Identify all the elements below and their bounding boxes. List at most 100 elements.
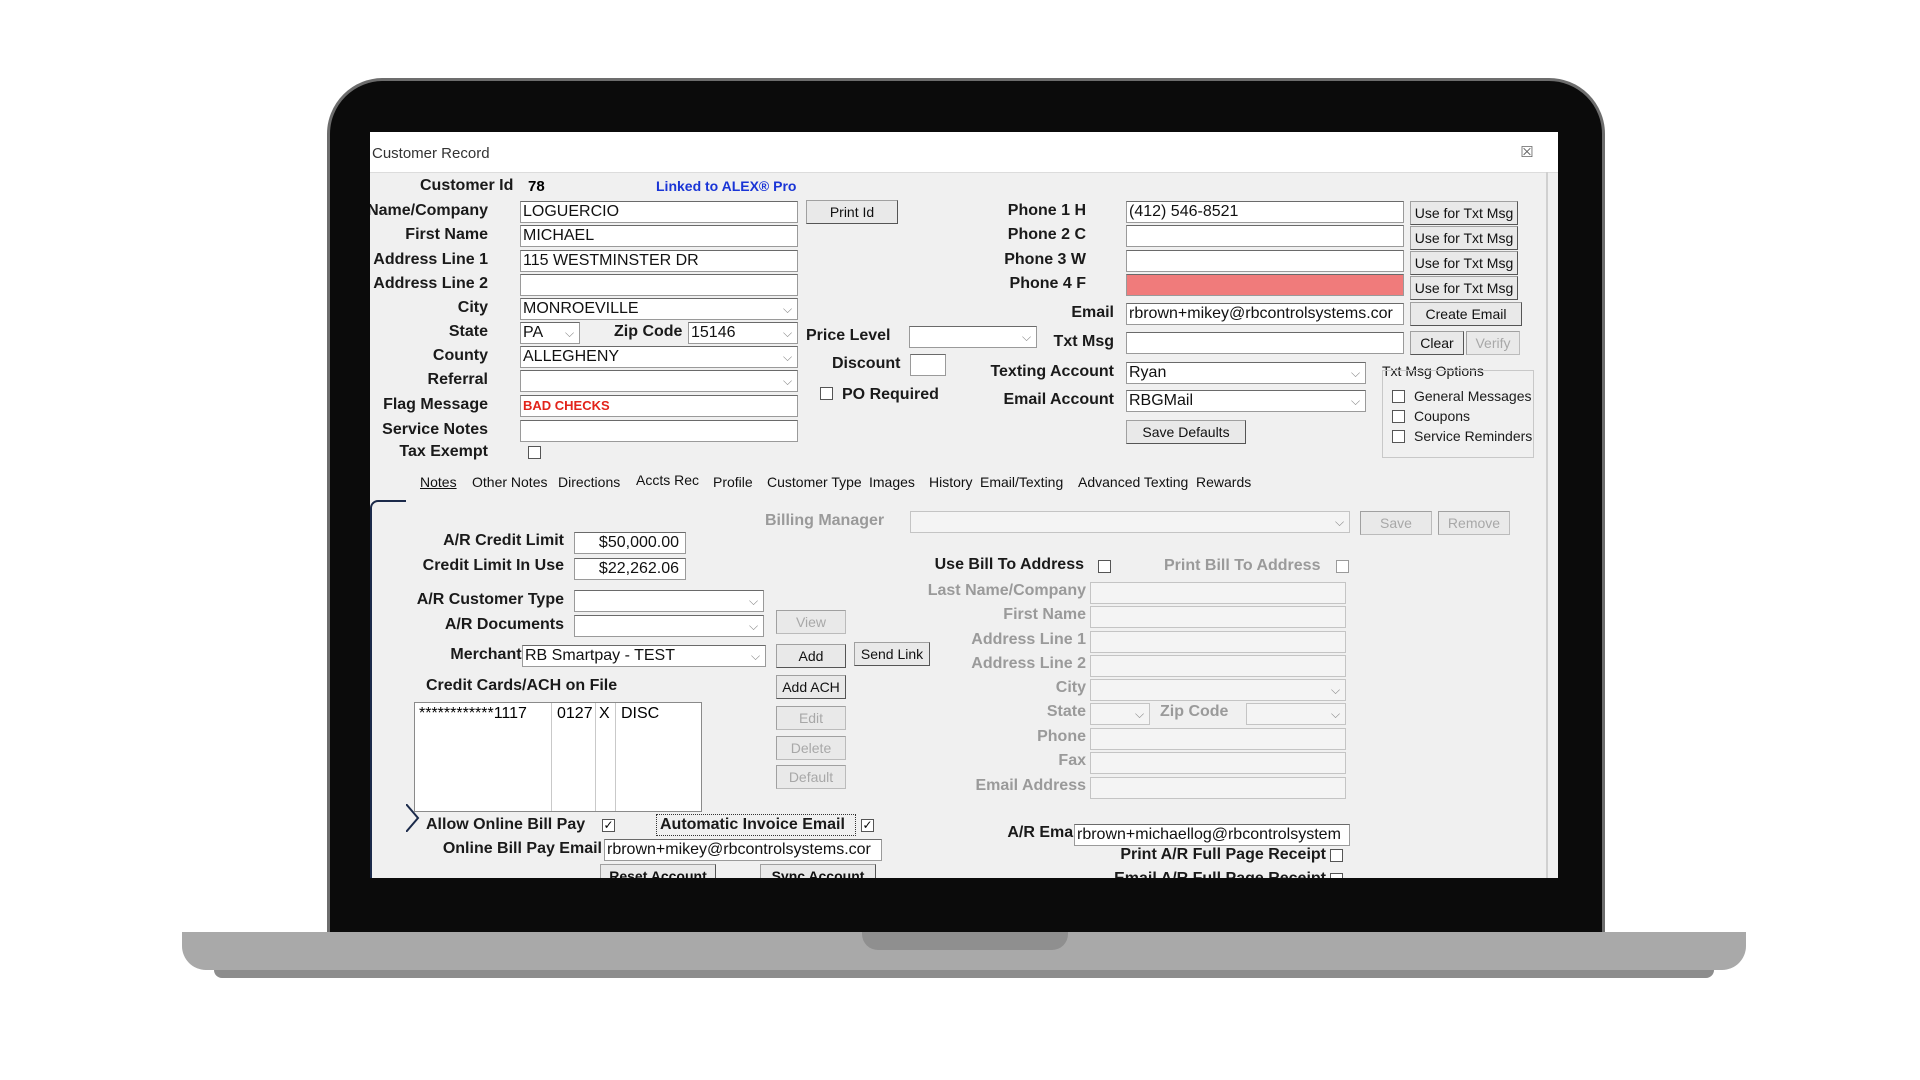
chevron-down-icon: ⌵ <box>745 592 762 610</box>
ar-credit-limit-label: A/R Credit Limit <box>443 532 564 549</box>
chevron-down-icon: ⌵ <box>779 324 796 342</box>
ar-documents-select[interactable]: ⌵ <box>574 615 764 637</box>
window-right-border <box>1546 172 1548 878</box>
sync-account-button[interactable]: Sync Account <box>760 864 876 878</box>
bill-to-address1-input[interactable] <box>1090 631 1346 653</box>
phone3-use-for-txt-button[interactable]: Use for Txt Msg <box>1410 251 1518 275</box>
tab-directions[interactable]: Directions <box>558 474 620 490</box>
panel-bracket <box>370 500 406 878</box>
txt-msg-input[interactable] <box>1126 332 1404 354</box>
bill-to-last-name-input[interactable] <box>1090 582 1346 604</box>
bill-to-fax-input[interactable] <box>1090 752 1346 774</box>
tab-accts-rec[interactable]: Accts Rec <box>636 472 699 488</box>
email-input[interactable]: rbrown+mikey@rbcontrolsystems.cor <box>1126 303 1404 325</box>
automatic-invoice-email-checkbox[interactable]: ✓ <box>861 819 874 832</box>
cards-on-file-list[interactable]: ************1117 0127 X DISC <box>414 702 702 812</box>
chevron-down-icon: ⌵ <box>779 372 796 390</box>
online-bill-pay-email-input[interactable]: rbrown+mikey@rbcontrolsystems.cor <box>604 839 882 861</box>
service-notes-input[interactable] <box>520 420 798 442</box>
add-ach-button[interactable]: Add ACH <box>776 675 846 699</box>
save-defaults-button[interactable]: Save Defaults <box>1126 420 1246 444</box>
phone1-use-for-txt-button[interactable]: Use for Txt Msg <box>1410 201 1518 225</box>
merchant-id-select[interactable]: RB Smartpay - TEST ⌵ <box>522 645 766 667</box>
delete-card-button[interactable]: Delete <box>776 736 846 760</box>
tax-exempt-checkbox[interactable] <box>528 446 541 459</box>
verify-button[interactable]: Verify <box>1466 331 1520 355</box>
card-flag: X <box>599 705 610 722</box>
allow-online-bill-pay-checkbox[interactable]: ✓ <box>602 819 615 832</box>
print-id-button[interactable]: Print Id <box>806 200 898 224</box>
po-required-checkbox[interactable] <box>820 387 833 400</box>
create-email-button[interactable]: Create Email <box>1410 302 1522 326</box>
edit-card-button[interactable]: Edit <box>776 706 846 730</box>
bill-to-first-name-input[interactable] <box>1090 606 1346 628</box>
po-required-label: PO Required <box>842 386 939 403</box>
chevron-down-icon: ⌵ <box>1327 681 1344 699</box>
email-ar-full-page-checkbox[interactable] <box>1330 873 1343 878</box>
ar-credit-limit-input[interactable]: $50,000.00 <box>574 532 686 554</box>
bill-to-state-select[interactable]: ⌵ <box>1090 703 1150 725</box>
tab-profile[interactable]: Profile <box>713 474 753 490</box>
service-reminders-checkbox[interactable] <box>1392 430 1405 443</box>
state-select[interactable]: PA ⌵ <box>520 322 580 344</box>
phone4-use-for-txt-button[interactable]: Use for Txt Msg <box>1410 276 1518 300</box>
tab-history[interactable]: History <box>929 474 973 490</box>
tab-customer-type[interactable]: Customer Type <box>767 474 862 490</box>
referral-select[interactable]: ⌵ <box>520 370 798 392</box>
bill-to-city-select[interactable]: ⌵ <box>1090 679 1346 701</box>
discount-input[interactable] <box>910 354 946 376</box>
view-button[interactable]: View <box>776 610 846 634</box>
bill-to-zip-select[interactable]: ⌵ <box>1246 703 1346 725</box>
tab-email-texting[interactable]: Email/Texting <box>980 474 1063 490</box>
customer-id-value: 78 <box>528 178 545 195</box>
price-level-select[interactable]: ⌵ <box>909 326 1037 348</box>
email-account-select[interactable]: RBGMail ⌵ <box>1126 390 1366 412</box>
address-line2-input[interactable] <box>520 274 798 296</box>
credit-limit-in-use-value: $22,262.06 <box>574 558 686 580</box>
bill-to-state-label: State <box>1046 703 1086 720</box>
use-bill-to-checkbox[interactable] <box>1098 560 1111 573</box>
close-icon[interactable]: ☒ <box>1518 144 1536 162</box>
coupons-checkbox[interactable] <box>1392 410 1405 423</box>
texting-account-select[interactable]: Ryan ⌵ <box>1126 362 1366 384</box>
bill-to-email-input[interactable] <box>1090 777 1346 799</box>
print-ar-full-page-checkbox[interactable] <box>1330 849 1343 862</box>
zip-code-select[interactable]: 15146 ⌵ <box>688 322 798 344</box>
phone3-input[interactable] <box>1126 250 1404 272</box>
default-card-button[interactable]: Default <box>776 765 846 789</box>
flag-message-input[interactable]: BAD CHECKS <box>520 395 798 417</box>
send-link-button[interactable]: Send Link <box>854 642 930 666</box>
linked-alex-link[interactable]: Linked to ALEX® Pro <box>656 178 796 194</box>
merchant-id-value: RB Smartpay - TEST <box>525 647 675 664</box>
tab-other-notes[interactable]: Other Notes <box>472 474 547 490</box>
first-name-input[interactable]: MICHAEL <box>520 225 798 247</box>
address-line1-input[interactable]: 115 WESTMINSTER DR <box>520 250 798 272</box>
phone4-input[interactable] <box>1126 274 1404 296</box>
general-messages-checkbox[interactable] <box>1392 390 1405 403</box>
billing-remove-button[interactable]: Remove <box>1438 511 1510 535</box>
city-select[interactable]: MONROEVILLE ⌵ <box>520 298 798 320</box>
phone1-input[interactable]: (412) 546-8521 <box>1126 201 1404 223</box>
print-bill-to-checkbox[interactable] <box>1336 560 1349 573</box>
window-title: Customer Record <box>372 145 490 162</box>
tab-rewards[interactable]: Rewards <box>1196 474 1251 490</box>
coupons-label: Coupons <box>1414 408 1471 424</box>
reset-account-button[interactable]: Reset Account <box>600 864 716 878</box>
tab-advanced-texting[interactable]: Advanced Texting <box>1078 474 1188 490</box>
phone2-use-for-txt-button[interactable]: Use for Txt Msg <box>1410 226 1518 250</box>
chevron-down-icon: ⌵ <box>745 617 762 635</box>
county-select[interactable]: ALLEGHENY ⌵ <box>520 346 798 368</box>
clear-button[interactable]: Clear <box>1410 331 1464 355</box>
billing-save-button[interactable]: Save <box>1360 511 1432 535</box>
bill-to-address2-input[interactable] <box>1090 655 1346 677</box>
ar-customer-type-select[interactable]: ⌵ <box>574 590 764 612</box>
billing-manager-select[interactable]: ⌵ <box>910 511 1350 533</box>
tab-notes[interactable]: Notes <box>420 474 457 490</box>
tab-images[interactable]: Images <box>869 474 915 490</box>
state-value: PA <box>523 324 544 341</box>
add-card-button[interactable]: Add <box>776 644 846 668</box>
ar-email-input[interactable]: rbrown+michaellog@rbcontrolsystem <box>1074 824 1350 846</box>
bill-to-phone-input[interactable] <box>1090 728 1346 750</box>
phone2-input[interactable] <box>1126 225 1404 247</box>
last-name-input[interactable]: LOGUERCIO <box>520 201 798 223</box>
